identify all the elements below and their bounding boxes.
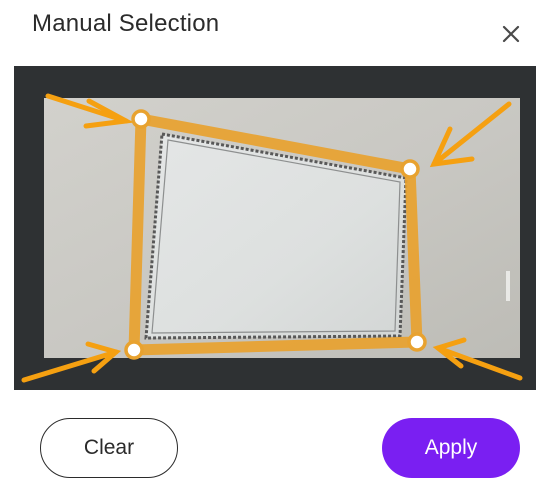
clear-button[interactable]: Clear <box>40 418 178 478</box>
handle-bottom-right[interactable] <box>407 332 427 352</box>
handle-top-right[interactable] <box>400 159 420 179</box>
handle-top-left[interactable] <box>131 109 151 129</box>
dialog-title: Manual Selection <box>32 10 220 37</box>
manual-selection-dialog: Manual Selection Clear Apply <box>0 0 536 481</box>
selection-canvas <box>21 93 523 383</box>
image-preview <box>14 66 536 390</box>
close-button[interactable] <box>496 18 526 48</box>
close-icon <box>502 25 520 43</box>
handle-bottom-left[interactable] <box>124 340 144 360</box>
apply-button[interactable]: Apply <box>382 418 520 478</box>
